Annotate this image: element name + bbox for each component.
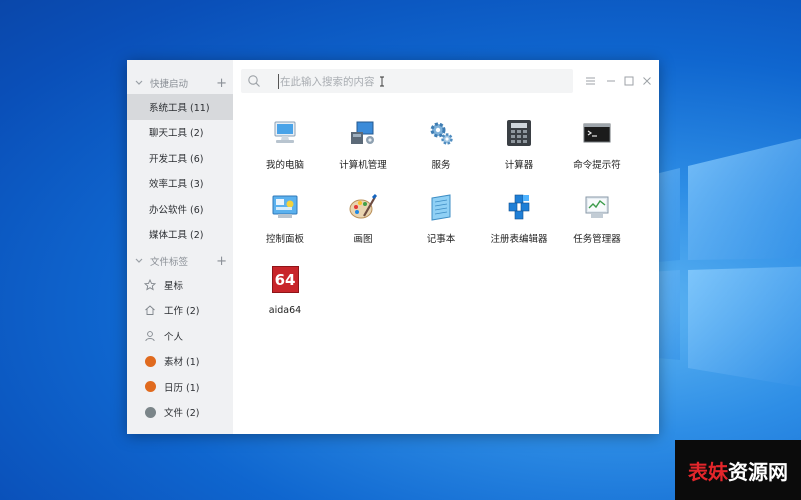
tag-item-star[interactable]: 星标: [127, 272, 233, 298]
sidebar-item-media-tools[interactable]: 媒体工具 (2): [127, 222, 233, 248]
app-label: 控制面板: [265, 234, 304, 245]
chevron-down-icon[interactable]: [135, 257, 145, 266]
app-tile-task-manager[interactable]: 任务管理器: [552, 192, 642, 252]
watermark-text-white: 资源网: [728, 459, 788, 484]
tag-item-calendar[interactable]: 日历 (1): [127, 374, 233, 400]
maximize-button[interactable]: [624, 74, 634, 88]
app-tile-control-panel[interactable]: 控制面板: [240, 192, 330, 252]
app-label: 命令提示符: [573, 160, 621, 171]
calculator-icon: [504, 118, 534, 148]
app-tile-notepad[interactable]: 记事本: [396, 192, 486, 252]
search-input[interactable]: 在此输入搜索的内容: [278, 73, 375, 89]
app-tile-command-prompt[interactable]: 命令提示符: [552, 118, 642, 178]
tag-item-files[interactable]: 文件 (2): [127, 400, 233, 426]
tag-label: 个人: [164, 331, 184, 343]
task-manager-icon: [582, 192, 612, 222]
section-quick-launch[interactable]: 快捷启动 +: [127, 72, 233, 94]
app-label: 我的电脑: [265, 160, 304, 171]
computer-icon: [270, 118, 300, 148]
minimize-button[interactable]: [606, 74, 616, 88]
sidebar-item-chat-tools[interactable]: 聊天工具 (2): [127, 120, 233, 146]
registry-editor-icon: [504, 192, 534, 222]
app-label: 任务管理器: [573, 234, 621, 245]
star-icon: [144, 278, 156, 291]
person-icon: [144, 330, 156, 342]
watermark-text-red: 表妹: [688, 459, 728, 484]
section-title: 文件标签: [150, 257, 189, 268]
command-prompt-icon: [582, 118, 612, 148]
sidebar: 快捷启动 + 系统工具 (11) 聊天工具 (2) 开发工具 (6) 效率工具 …: [127, 60, 233, 434]
aida64-icon: 64: [271, 266, 299, 293]
paint-icon: [348, 192, 378, 222]
tag-item-materials[interactable]: 素材 (1): [127, 349, 233, 375]
app-tile-my-computer[interactable]: 我的电脑: [240, 118, 330, 178]
notepad-icon: [426, 192, 456, 222]
sidebar-item-dev-tools[interactable]: 开发工具 (6): [127, 145, 233, 171]
app-label: 记事本: [426, 234, 456, 245]
search-icon: [247, 74, 261, 88]
sidebar-item-system-tools[interactable]: 系统工具 (11): [127, 94, 233, 120]
control-panel-icon: [270, 192, 300, 222]
sidebar-item-office-software[interactable]: 办公软件 (6): [127, 196, 233, 222]
text-cursor-icon: [379, 76, 385, 90]
computer-management-icon: [348, 118, 378, 148]
tag-label: 素材 (1): [164, 357, 200, 369]
aida64-icon-text: 64: [274, 270, 296, 289]
menu-icon[interactable]: [585, 74, 596, 88]
gray-tag-dot-icon: [144, 406, 156, 418]
add-group-button[interactable]: +: [216, 77, 227, 90]
section-title: 快捷启动: [150, 79, 189, 90]
orange-tag-dot-icon: [144, 355, 156, 367]
app-label: 计算机管理: [339, 160, 387, 171]
tag-item-personal[interactable]: 个人: [127, 323, 233, 349]
section-file-tags[interactable]: 文件标签 +: [127, 250, 233, 272]
app-tile-computer-management[interactable]: 计算机管理: [318, 118, 408, 178]
app-tile-aida64[interactable]: 64 aida64: [240, 266, 330, 326]
app-label: 注册表编辑器: [490, 234, 548, 245]
services-gear-icon: [426, 118, 456, 148]
tag-label: 文件 (2): [164, 408, 200, 420]
close-button[interactable]: [642, 74, 652, 88]
search-bar[interactable]: 在此输入搜索的内容: [241, 69, 573, 93]
app-tile-services[interactable]: 服务: [396, 118, 486, 178]
app-label: aida64: [268, 305, 302, 316]
tag-label: 工作 (2): [164, 306, 200, 318]
main-panel: 在此输入搜索的内容 我的电脑 计算机管理 服务 计算器 命令提示符 控制面板 画…: [233, 60, 659, 434]
tag-item-work[interactable]: 工作 (2): [127, 298, 233, 324]
app-tile-paint[interactable]: 画图: [318, 192, 408, 252]
launcher-window: 快捷启动 + 系统工具 (11) 聊天工具 (2) 开发工具 (6) 效率工具 …: [127, 60, 659, 434]
add-tag-button[interactable]: +: [216, 255, 227, 268]
orange-tag-dot-icon: [144, 381, 156, 393]
chevron-down-icon[interactable]: [135, 79, 145, 88]
app-tile-registry-editor[interactable]: 注册表编辑器: [474, 192, 564, 252]
app-label: 计算器: [504, 160, 534, 171]
app-label: 画图: [353, 234, 373, 245]
app-label: 服务: [431, 160, 451, 171]
sidebar-item-efficiency-tools[interactable]: 效率工具 (3): [127, 171, 233, 197]
home-icon: [144, 304, 156, 316]
tag-label: 日历 (1): [164, 382, 200, 394]
app-tile-calculator[interactable]: 计算器: [474, 118, 564, 178]
site-watermark: 表妹 资源网: [675, 440, 801, 500]
tag-label: 星标: [164, 280, 184, 292]
